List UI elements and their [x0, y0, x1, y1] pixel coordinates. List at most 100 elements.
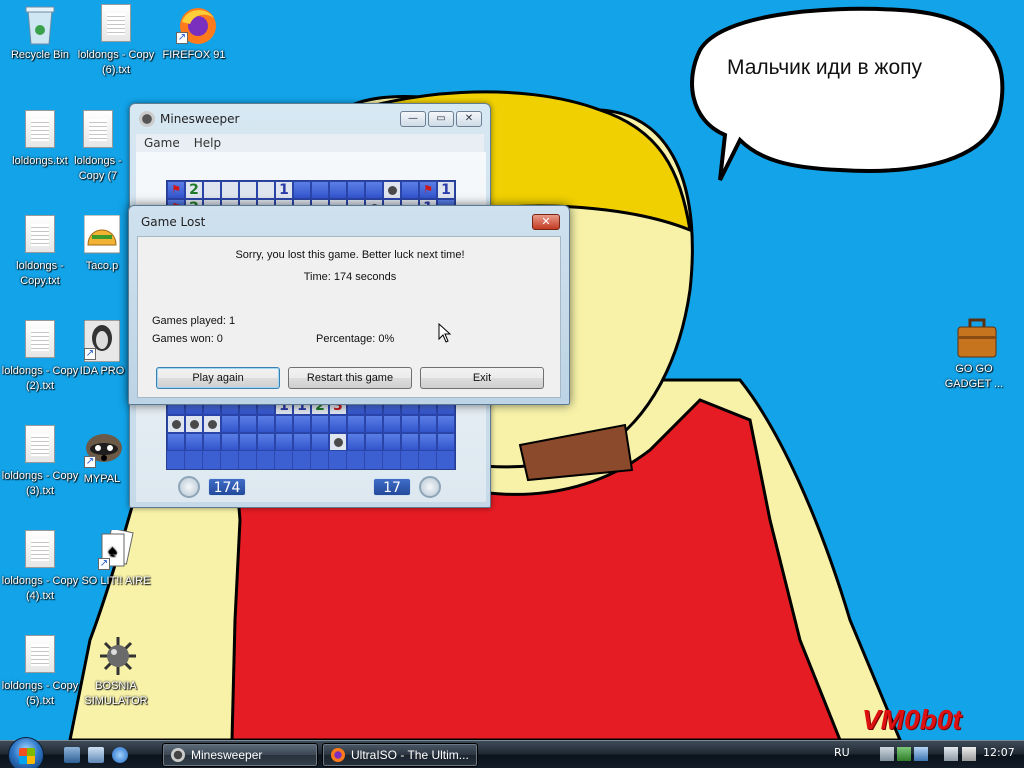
grid-cell[interactable] — [365, 433, 383, 451]
desktop-icon-label: MYPAL — [83, 473, 121, 485]
grid-cell[interactable] — [293, 433, 311, 451]
desktop-icon-label: Recycle Bin — [10, 49, 70, 61]
desktop-icon-taco[interactable]: Taco.p — [76, 215, 128, 274]
grid-cell[interactable] — [239, 433, 257, 451]
grid-cell[interactable] — [383, 181, 401, 199]
grid-cell[interactable] — [329, 433, 347, 451]
grid-cell[interactable] — [419, 433, 437, 451]
grid-cell[interactable] — [347, 181, 365, 199]
menu-help[interactable]: Help — [194, 134, 221, 152]
grid-cell[interactable] — [419, 415, 437, 433]
grid-cell[interactable] — [401, 433, 419, 451]
grid-cell[interactable] — [383, 415, 401, 433]
grid-cell[interactable] — [203, 181, 221, 199]
grid-cell[interactable] — [383, 433, 401, 451]
minimize-button[interactable]: — — [400, 111, 426, 127]
close-button[interactable]: ✕ — [456, 111, 482, 127]
play-again-button[interactable]: Play again — [156, 367, 280, 389]
internet-explorer-icon[interactable] — [112, 747, 128, 763]
show-desktop-icon[interactable] — [64, 747, 80, 763]
desktop-icon-file[interactable]: loldongs - Copy (6).txt — [76, 4, 156, 78]
grid-cell[interactable] — [293, 415, 311, 433]
grid-cell[interactable] — [203, 433, 221, 451]
grid-cell[interactable] — [311, 415, 329, 433]
text-file-icon — [22, 530, 58, 570]
desktop-icon-file[interactable]: loldongs - Copy (3).txt — [0, 425, 80, 499]
grid-cell[interactable] — [257, 415, 275, 433]
desktop-icon-file[interactable]: loldongs - Copy (7 — [68, 110, 128, 184]
taskbar-item-minesweeper[interactable]: Minesweeper — [162, 743, 318, 767]
grid-cell[interactable] — [185, 415, 203, 433]
desktop-icon-label: loldongs - Copy (2).txt — [1, 365, 79, 392]
lost-message: Sorry, you lost this game. Better luck n… — [235, 249, 465, 261]
menu-game[interactable]: Game — [144, 134, 180, 152]
grid-cell[interactable]: 1 — [275, 181, 293, 199]
grid-cell[interactable] — [239, 181, 257, 199]
clock[interactable]: 12:07 — [983, 746, 1015, 759]
grid-cell[interactable] — [365, 181, 383, 199]
desktop-icon-firefox[interactable]: ↗ FIREFOX 91 — [154, 4, 234, 63]
grid-cell[interactable] — [221, 433, 239, 451]
grid-cell[interactable] — [275, 433, 293, 451]
desktop-icon-recycle-bin[interactable]: Recycle Bin — [0, 4, 80, 63]
grid-cell[interactable] — [347, 415, 365, 433]
grid-cell[interactable] — [401, 415, 419, 433]
desktop-icon-file[interactable]: loldongs - Copy.txt — [0, 215, 80, 289]
grid-cell[interactable]: 2 — [185, 181, 203, 199]
dialog-body: Sorry, you lost this game. Better luck n… — [137, 236, 561, 398]
tray-app-icon[interactable] — [897, 747, 911, 761]
menu-bar: Game Help — [136, 134, 484, 152]
grid-cell[interactable] — [221, 181, 239, 199]
volume-muted-icon[interactable] — [962, 747, 976, 761]
grid-cell[interactable]: 1 — [437, 181, 455, 199]
grid-cell[interactable] — [293, 181, 311, 199]
grid-cell[interactable] — [167, 433, 185, 451]
grid-cell[interactable] — [311, 433, 329, 451]
desktop-icon-bosnia-simulator[interactable]: BOSNIA SIMULATOR — [76, 635, 156, 709]
solitaire-icon: ♠ ↗ — [98, 527, 134, 570]
grid-cell[interactable] — [311, 181, 329, 199]
close-button[interactable]: ✕ — [532, 214, 560, 230]
grid-cell[interactable] — [275, 415, 293, 433]
grid-cell[interactable] — [185, 433, 203, 451]
network-icon[interactable] — [944, 747, 958, 761]
maximize-button[interactable]: ▭ — [428, 111, 454, 127]
desktop-icon-gadget[interactable]: GO GO GADGET ... — [934, 318, 1014, 392]
speech-bubble-text: Мальчик иди в жопу — [727, 56, 923, 79]
switch-windows-icon[interactable] — [88, 747, 104, 763]
desktop-icon-file[interactable]: loldongs - Copy (4).txt — [0, 530, 80, 604]
desktop-icon-solitaire[interactable]: ♠ ↗ SO LIT!! AIRE — [76, 527, 156, 589]
grid-cell[interactable] — [257, 433, 275, 451]
desktop-icon-mypal[interactable]: ↗ MYPAL — [76, 428, 128, 487]
grid-cell[interactable] — [257, 181, 275, 199]
tray-app-icon[interactable] — [914, 747, 928, 761]
grid-cell[interactable] — [167, 415, 185, 433]
language-indicator[interactable]: RU — [834, 746, 850, 759]
desktop-icon-ida-pro[interactable]: ↗ IDA PRO — [76, 320, 128, 379]
grid-cell[interactable] — [437, 433, 455, 451]
game-lost-dialog[interactable]: Game Lost ✕ Sorry, you lost this game. B… — [128, 205, 570, 405]
grid-cell[interactable] — [239, 415, 257, 433]
exit-button[interactable]: Exit — [420, 367, 544, 389]
start-button[interactable] — [8, 737, 44, 768]
network-icon[interactable] — [880, 747, 894, 761]
text-file-icon — [98, 4, 134, 44]
recycle-bin-icon — [22, 4, 58, 45]
grid-cell[interactable]: ⚑ — [419, 181, 437, 199]
grid-cell[interactable] — [437, 415, 455, 433]
desktop-icon-file[interactable]: loldongs - Copy (2).txt — [0, 320, 80, 394]
taskbar-item-ultraiso[interactable]: UltraISO - The Ultim... — [322, 743, 478, 767]
grid-cell[interactable] — [347, 433, 365, 451]
desktop-icon-file[interactable]: loldongs - Copy (5).txt — [0, 635, 80, 709]
desktop-icon-label: loldongs - Copy (3).txt — [1, 470, 79, 497]
grid-cell[interactable] — [329, 415, 347, 433]
desktop-icon-label: loldongs - Copy (5).txt — [1, 680, 79, 707]
window-titlebar[interactable]: Minesweeper — ▭ ✕ — [130, 104, 490, 134]
grid-cell[interactable] — [203, 415, 221, 433]
grid-cell[interactable] — [401, 181, 419, 199]
grid-cell[interactable] — [221, 415, 239, 433]
grid-cell[interactable]: ⚑ — [167, 181, 185, 199]
grid-cell[interactable] — [365, 415, 383, 433]
restart-game-button[interactable]: Restart this game — [288, 367, 412, 389]
grid-cell[interactable] — [329, 181, 347, 199]
